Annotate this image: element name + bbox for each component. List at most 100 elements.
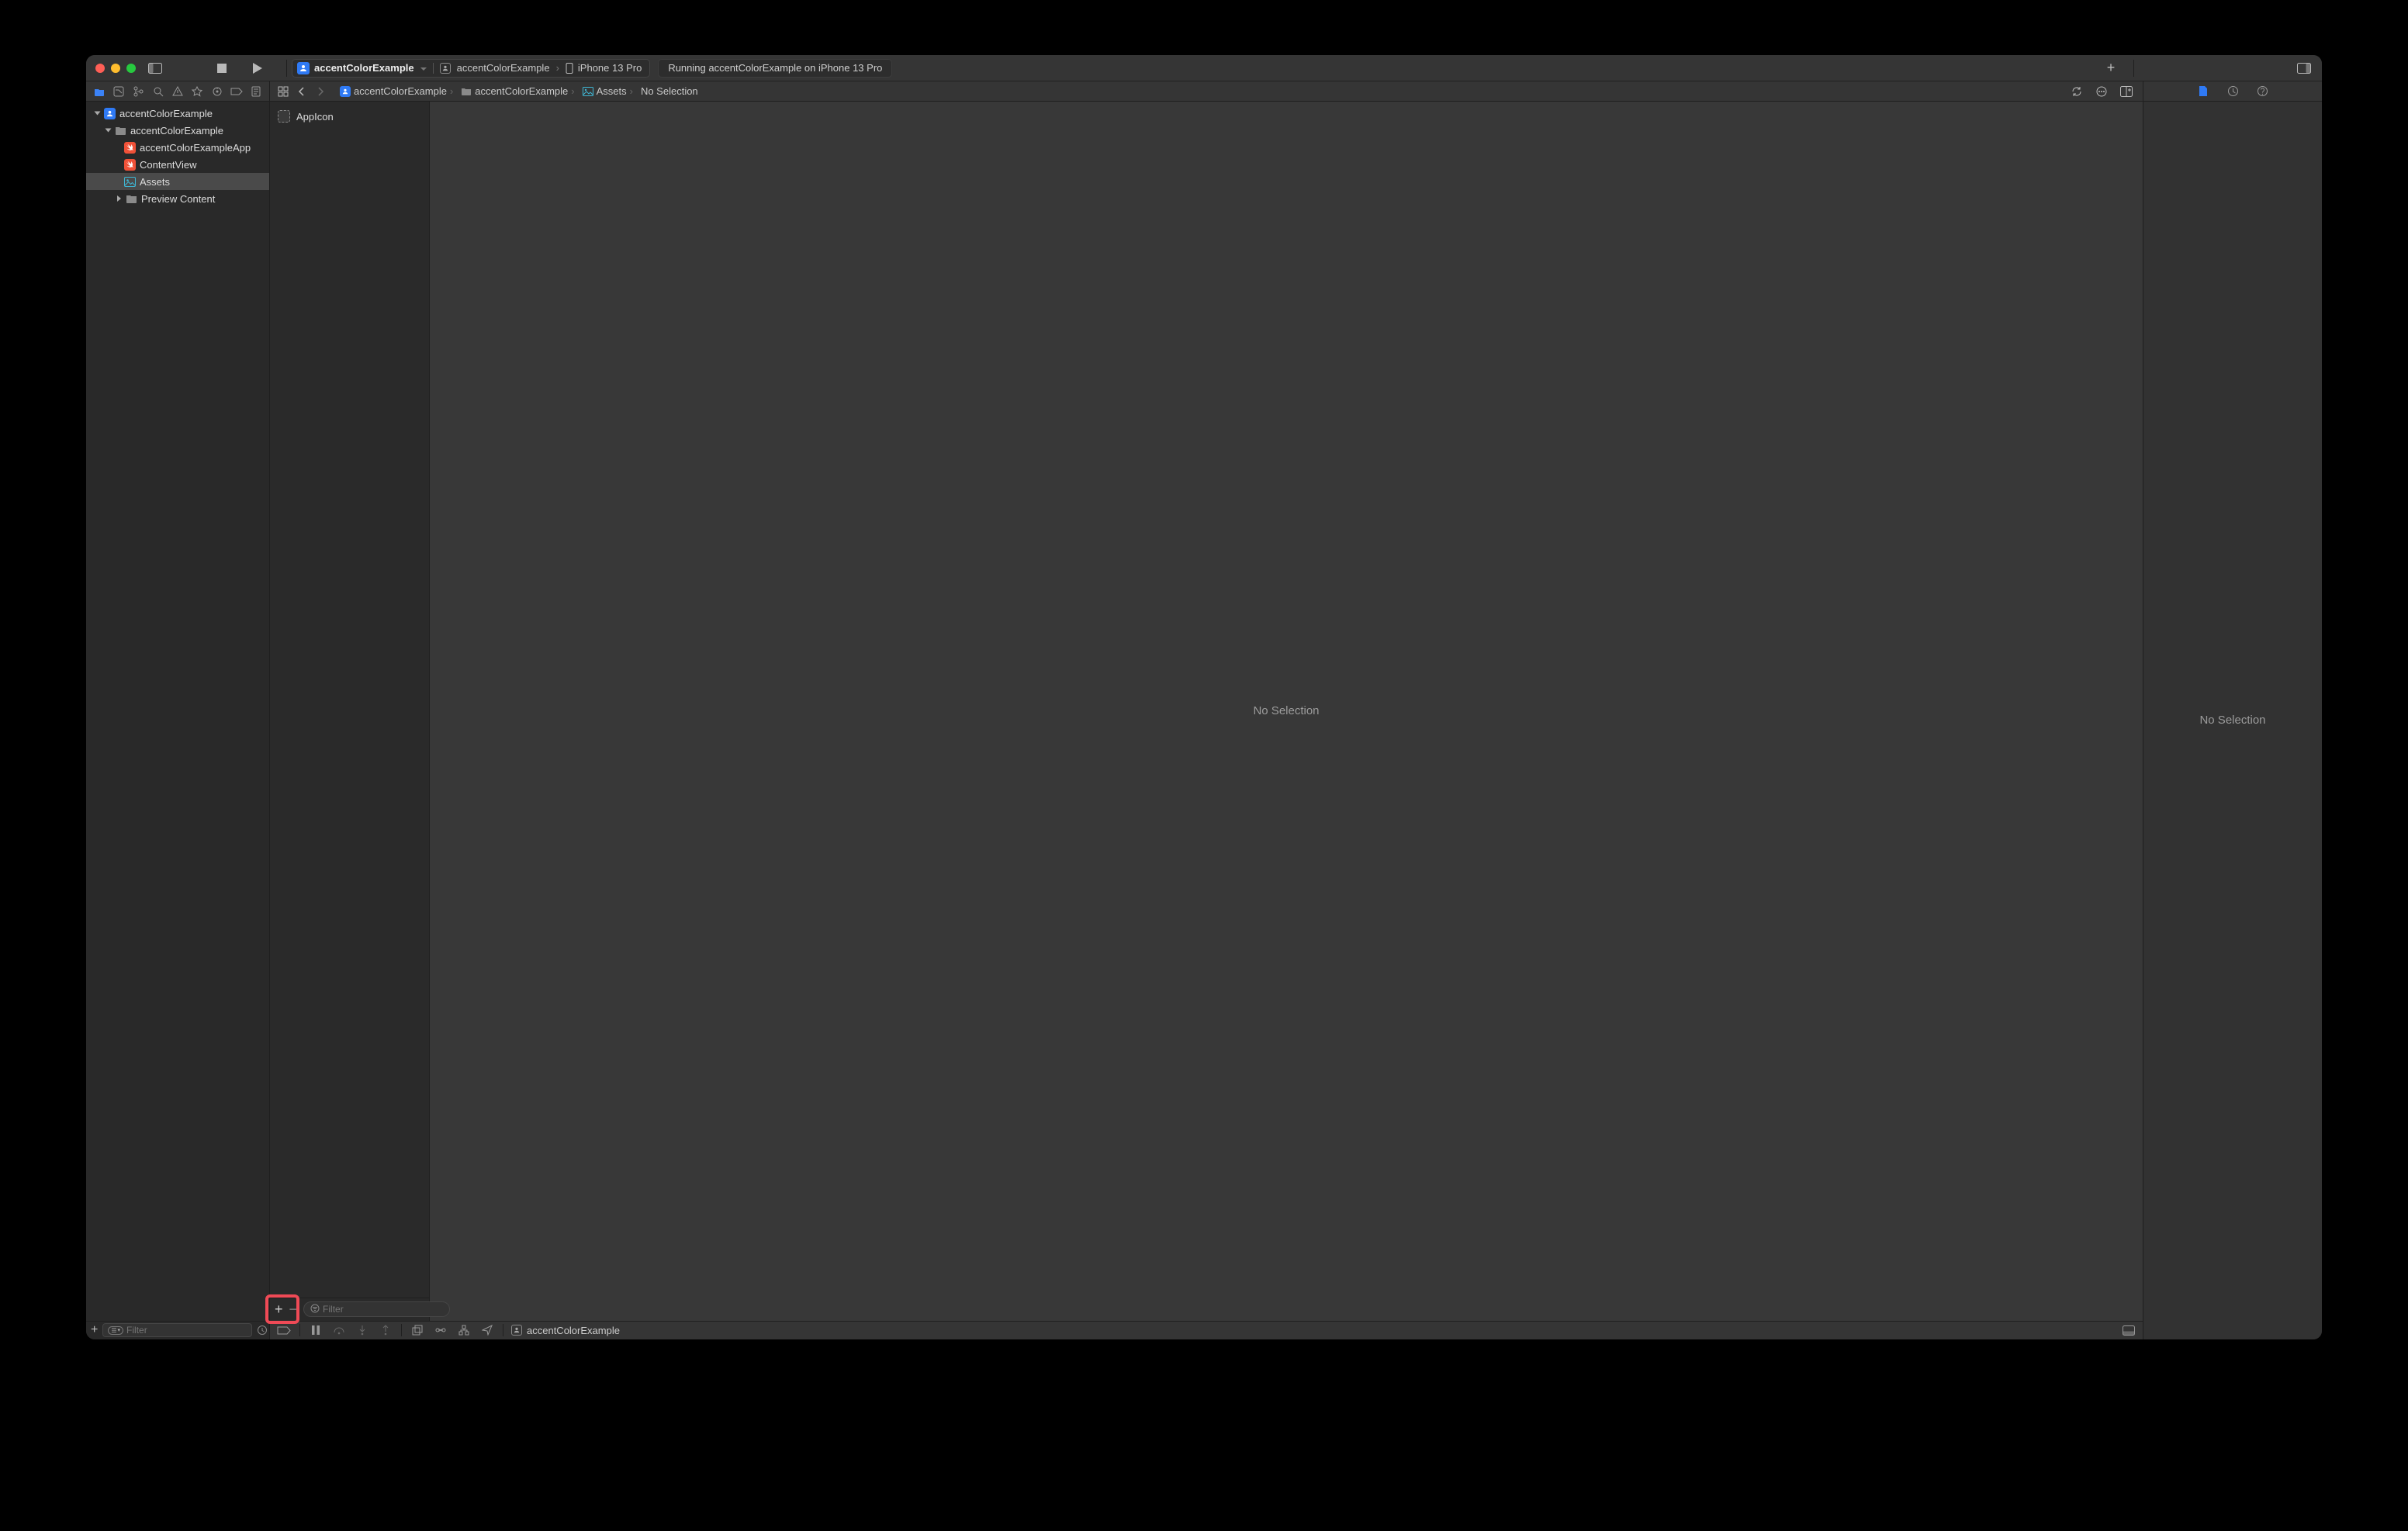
tree-label: accentColorExample <box>130 125 223 137</box>
toggle-navigator-icon[interactable] <box>145 58 165 78</box>
forward-button[interactable] <box>312 81 329 102</box>
tree-row-swift[interactable]: accentColorExampleApp <box>86 139 269 156</box>
asset-filter-input[interactable] <box>323 1304 443 1315</box>
tree-label: Assets <box>140 176 170 188</box>
navigator-tabs <box>86 81 270 101</box>
stop-button[interactable] <box>212 58 232 78</box>
step-over-icon[interactable] <box>331 1322 347 1338</box>
tree-row-assets[interactable]: Assets <box>86 173 269 190</box>
inspector-placeholder: No Selection <box>2199 714 2265 727</box>
tree-label: Preview Content <box>141 193 215 205</box>
editor-area: AppIcon + − No Selection <box>270 102 2143 1339</box>
project-tree[interactable]: accentColorExample accentColorExample ac… <box>86 102 269 1321</box>
pause-icon[interactable] <box>308 1322 323 1338</box>
chevron-right-icon: › <box>556 62 559 74</box>
file-inspector-icon[interactable] <box>2195 83 2212 100</box>
tree-row-root[interactable]: accentColorExample <box>86 105 269 122</box>
app-icon-small <box>440 63 451 74</box>
disclosure-triangle-icon[interactable] <box>92 109 102 118</box>
navigator-footer: + ☰▾ <box>86 1321 269 1339</box>
inspector-panel: No Selection <box>2143 102 2322 1339</box>
source-control-navigator-icon[interactable] <box>110 83 127 100</box>
appicon-icon <box>278 110 290 123</box>
scope-icon: ☰▾ <box>108 1326 123 1335</box>
step-out-icon[interactable] <box>378 1322 393 1338</box>
toolbar-secondary: accentColorExample › accentColorExample … <box>86 81 2322 102</box>
simulate-location-icon[interactable] <box>479 1322 495 1338</box>
tree-row-group[interactable]: accentColorExample <box>86 122 269 139</box>
zoom-window-button[interactable] <box>126 64 136 73</box>
separator <box>286 60 287 77</box>
test-navigator-icon[interactable] <box>189 83 206 100</box>
step-into-icon[interactable] <box>355 1322 370 1338</box>
debug-memory-icon[interactable] <box>433 1322 448 1338</box>
disclosure-triangle-icon[interactable] <box>103 126 112 135</box>
issue-navigator-icon[interactable] <box>169 83 186 100</box>
library-button[interactable] <box>2294 58 2314 78</box>
help-inspector-icon[interactable] <box>2254 83 2271 100</box>
crumb-assets[interactable]: Assets › <box>580 85 636 97</box>
asset-items[interactable]: AppIcon <box>270 102 429 1298</box>
tree-label: accentColorExampleApp <box>140 142 251 154</box>
breakpoint-navigator-icon[interactable] <box>228 83 245 100</box>
environment-overrides-icon[interactable] <box>456 1322 472 1338</box>
crumb-project[interactable]: accentColorExample › <box>337 85 456 97</box>
toggle-debug-area-icon[interactable] <box>2121 1322 2136 1338</box>
crumb-folder[interactable]: accentColorExample › <box>458 85 577 97</box>
recent-filter-icon[interactable] <box>257 1320 268 1340</box>
asset-canvas[interactable]: No Selection <box>430 102 2143 1321</box>
breakpoints-toggle-icon[interactable] <box>276 1322 292 1338</box>
chevron-right-icon: › <box>571 85 574 97</box>
asset-list: AppIcon + − <box>270 102 430 1321</box>
run-button[interactable] <box>247 58 268 78</box>
disclosure-triangle-icon[interactable] <box>114 194 123 203</box>
folder-icon <box>114 124 126 137</box>
back-button[interactable] <box>293 81 310 102</box>
add-tab-button[interactable]: + <box>2101 58 2121 78</box>
folder-icon <box>461 86 472 97</box>
debug-navigator-icon[interactable] <box>209 83 226 100</box>
activity-status[interactable]: Running accentColorExample on iPhone 13 … <box>658 59 892 78</box>
debug-process-label: accentColorExample <box>527 1325 620 1336</box>
separator <box>401 1324 402 1336</box>
minimize-window-button[interactable] <box>111 64 120 73</box>
asset-filter[interactable] <box>303 1301 450 1317</box>
history-inspector-icon[interactable] <box>2224 83 2241 100</box>
tree-row-swift[interactable]: ContentView <box>86 156 269 173</box>
device-icon <box>566 63 573 74</box>
separator <box>433 63 434 74</box>
debug-process[interactable]: accentColorExample <box>511 1325 620 1336</box>
filter-input[interactable] <box>126 1325 247 1336</box>
separator <box>299 1324 300 1336</box>
project-icon <box>297 62 310 74</box>
editor-options-icon[interactable] <box>2091 81 2112 102</box>
debug-view-hierarchy-icon[interactable] <box>410 1322 425 1338</box>
crumb-label: accentColorExample <box>354 85 447 97</box>
close-window-button[interactable] <box>95 64 105 73</box>
chevron-right-icon: › <box>630 85 633 97</box>
add-button[interactable]: + <box>91 1320 98 1340</box>
breadcrumbs[interactable]: accentColorExample › accentColorExample … <box>334 85 2060 97</box>
crumb-no-selection[interactable]: No Selection <box>638 85 701 97</box>
symbol-navigator-icon[interactable] <box>130 83 147 100</box>
titlebar: accentColorExample accentColorExample › … <box>86 55 2322 81</box>
tree-row-folder[interactable]: Preview Content <box>86 190 269 207</box>
related-items-icon[interactable] <box>275 81 292 102</box>
swift-file-icon <box>123 158 136 171</box>
chevron-right-icon: › <box>450 85 453 97</box>
refresh-icon[interactable] <box>2067 81 2087 102</box>
debug-bar: accentColorExample <box>270 1321 2143 1339</box>
canvas-placeholder: No Selection <box>1253 704 1319 717</box>
navigator-filter[interactable]: ☰▾ <box>102 1323 252 1337</box>
scheme-target-label: accentColorExample <box>457 62 550 74</box>
remove-asset-button[interactable]: − <box>289 1299 298 1319</box>
add-editor-icon[interactable] <box>2116 81 2136 102</box>
jump-bar: accentColorExample › accentColorExample … <box>270 81 2143 101</box>
asset-item-appicon[interactable]: AppIcon <box>278 108 421 125</box>
project-navigator-icon[interactable] <box>91 83 108 100</box>
scheme-selector[interactable]: accentColorExample accentColorExample › … <box>292 59 650 78</box>
report-navigator-icon[interactable] <box>247 83 265 100</box>
find-navigator-icon[interactable] <box>150 83 167 100</box>
tree-label: ContentView <box>140 159 196 171</box>
add-asset-button[interactable]: + <box>275 1299 283 1319</box>
